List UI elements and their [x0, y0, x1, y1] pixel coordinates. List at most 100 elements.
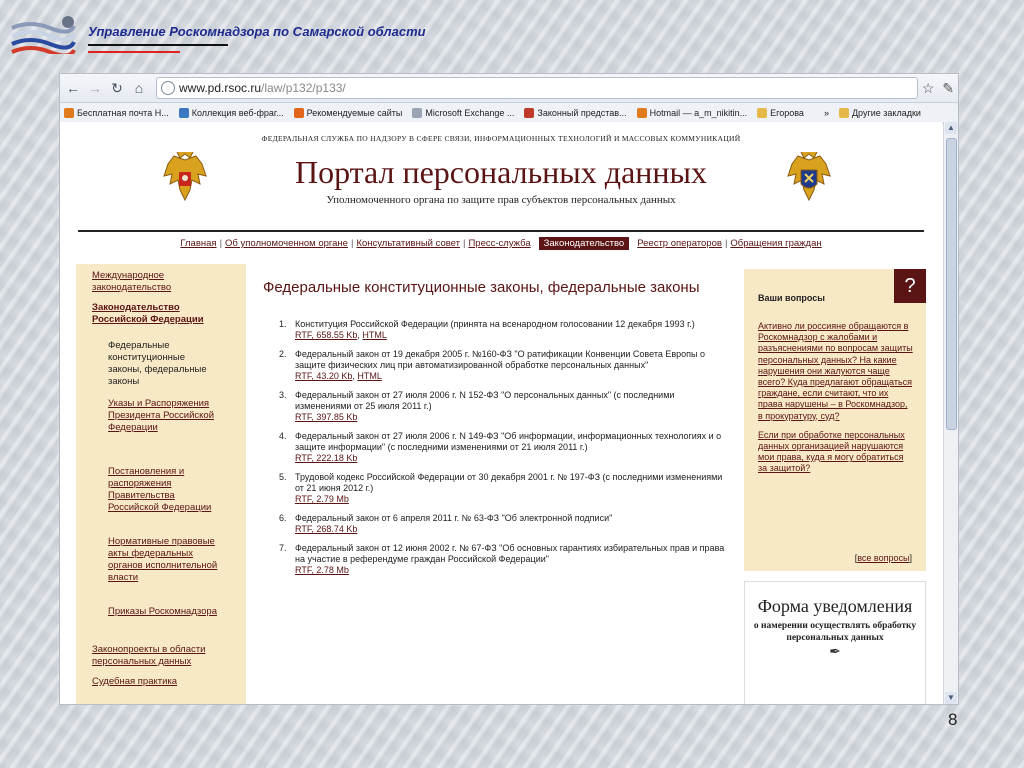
- bookmarks-bar: Бесплатная почта Н... Коллекция веб-фраг.…: [60, 103, 958, 124]
- nav-item[interactable]: Главная: [180, 238, 216, 249]
- nav-separator: |: [219, 238, 223, 249]
- bookmark-label: Егорова: [770, 108, 804, 118]
- bookmark-star-icon[interactable]: ☆: [922, 80, 935, 97]
- sidebar-menu-item[interactable]: Международное законодательство: [92, 270, 222, 294]
- bookmark-favicon-icon: [64, 108, 74, 118]
- question-link[interactable]: Если при обработке персональных данных о…: [758, 430, 914, 475]
- scroll-thumb[interactable]: [946, 138, 957, 430]
- globe-icon: [161, 81, 175, 95]
- law-download-link[interactable]: RTF, 2.78 Mb: [295, 565, 349, 575]
- law-download-link[interactable]: RTF, 222.18 Kb: [295, 453, 357, 463]
- sidebar-menu-item[interactable]: Судебная практика: [92, 676, 222, 688]
- bookmark-favicon-icon: [412, 108, 423, 118]
- law-title: Федеральный закон от 27 июля 2006 г. N 1…: [295, 390, 675, 411]
- questions-title: Ваши вопросы: [758, 293, 825, 303]
- law-item: 7. Федеральный закон от 12 июня 2002 г. №…: [263, 543, 733, 576]
- slide-title: Управление Роскомнадзора по Самарской об…: [88, 24, 426, 39]
- scroll-up-icon[interactable]: ▲: [945, 122, 957, 134]
- bookmark-favicon-icon: [293, 108, 304, 118]
- law-download-link[interactable]: RTF, 2.79 Mb: [295, 494, 349, 504]
- bookmark-item[interactable]: Рекомендуемые сайты: [293, 108, 403, 118]
- law-number: 6.: [279, 513, 287, 523]
- pen-icon: ✒: [829, 645, 841, 660]
- header-divider: [78, 230, 924, 232]
- nav-item[interactable]: Реестр операторов: [637, 238, 722, 249]
- url-path: /law/p132/p133/: [261, 81, 346, 95]
- sidebar-menu-item[interactable]: Постановления и распоряжения Правительст…: [108, 466, 218, 514]
- sidebar-menu-item[interactable]: Приказы Роскомнадзора: [108, 606, 218, 618]
- roskomnadzor-logo-icon: [11, 16, 76, 54]
- law-download-link[interactable]: RTF, 658.55 Kb: [295, 330, 357, 340]
- sidebar-menu-item[interactable]: Нормативные правовые акты федеральных ор…: [108, 536, 218, 584]
- nav-item[interactable]: Законодательство: [538, 237, 630, 250]
- law-title: Федеральный закон от 19 декабря 2005 г. …: [295, 349, 705, 370]
- notice-form-title: Форма уведомления: [757, 596, 913, 616]
- law-number: 4.: [279, 431, 287, 441]
- bookmark-label: Коллекция веб-фраг...: [191, 108, 284, 118]
- bookmark-item[interactable]: Егорова: [757, 108, 804, 118]
- address-bar[interactable]: www.pd.rsoc.ru/law/p132/p133/: [156, 77, 918, 99]
- sidebar-menu-item[interactable]: Указы и Распоряжения Президента Российск…: [108, 398, 218, 434]
- other-bookmarks[interactable]: Другие закладки: [838, 108, 921, 118]
- page-heading: Федеральные конституционные законы, феде…: [263, 279, 700, 296]
- forward-arrow-icon[interactable]: →: [86, 79, 104, 97]
- law-item: 5. Трудовой кодекс Российской Федерации о…: [263, 472, 733, 505]
- nav-item[interactable]: Консультативный совет: [356, 238, 460, 249]
- law-download-link[interactable]: RTF, 397.85 Kb: [295, 412, 357, 422]
- law-title: Федеральный закон от 12 июня 2002 г. № 6…: [295, 543, 725, 564]
- bookmark-label: Законный представ...: [537, 108, 627, 118]
- nav-item[interactable]: Об уполномоченном органе: [225, 238, 348, 249]
- bookmark-label: Рекомендуемые сайты: [306, 108, 403, 118]
- agency-name: ФЕДЕРАЛЬНАЯ СЛУЖБА ПО НАДЗОРУ В СФЕРЕ СВ…: [261, 134, 741, 143]
- bookmark-label: Microsoft Exchange ...: [425, 108, 515, 118]
- nav-item[interactable]: Обращения граждан: [730, 238, 821, 249]
- law-item: 2. Федеральный закон от 19 декабря 2005 г…: [279, 349, 705, 381]
- law-number: 3.: [279, 390, 287, 400]
- bookmark-item[interactable]: Коллекция веб-фраг...: [178, 108, 284, 118]
- nav-separator: |: [350, 238, 354, 249]
- sidebar-menu-item[interactable]: Законопроекты в области персональных дан…: [92, 644, 222, 668]
- browser-window: ← → ↻ ⌂ www.pd.rsoc.ru/law/p132/p133/ ☆ …: [60, 74, 958, 704]
- all-questions-link[interactable]: все вопросы: [857, 553, 909, 563]
- bookmarks-overflow-chevron[interactable]: »: [824, 108, 829, 118]
- bookmark-item[interactable]: Hotmail — a_m_nikitin...: [636, 108, 748, 118]
- home-icon[interactable]: ⌂: [130, 79, 148, 97]
- sidebar-menu-item[interactable]: Законодательство Российской Федерации: [92, 302, 222, 326]
- notice-form-banner[interactable]: Форма уведомления о намерении осуществля…: [744, 581, 926, 704]
- back-arrow-icon[interactable]: ←: [64, 79, 82, 97]
- bookmark-label: Hotmail — a_m_nikitin...: [649, 108, 748, 118]
- bookmark-favicon-icon: [178, 108, 189, 118]
- law-number: 7.: [279, 543, 287, 553]
- law-title: Федеральный закон от 27 июля 2006 г. N 1…: [295, 431, 722, 452]
- vertical-scrollbar[interactable]: ▲ ▼: [943, 122, 958, 704]
- scroll-down-icon[interactable]: ▼: [945, 692, 957, 704]
- top-navigation: Главная | Об уполномоченном органе | Консуль…: [60, 237, 942, 250]
- nav-item[interactable]: Пресс-служба: [468, 238, 530, 249]
- question-link[interactable]: Активно ли россияне обращаются в Роскомн…: [758, 321, 914, 422]
- law-title: Федеральный закон от 6 апреля 2011 г. № …: [295, 513, 613, 523]
- title-underline: [88, 44, 228, 46]
- bookmark-label: Бесплатная почта Н...: [77, 108, 169, 118]
- law-number: 2.: [279, 349, 287, 359]
- nav-separator: |: [463, 238, 466, 249]
- law-item: 3. Федеральный закон от 27 июля 2006 г. N…: [263, 390, 733, 423]
- portal-title: Портал персональных данных: [294, 154, 708, 190]
- folder-icon: [838, 108, 849, 118]
- reload-icon[interactable]: ↻: [108, 79, 126, 97]
- law-number: 1.: [279, 319, 287, 329]
- wrench-icon[interactable]: ✎: [942, 80, 954, 97]
- bookmark-item[interactable]: Microsoft Exchange ...: [412, 108, 514, 118]
- law-number: 5.: [279, 472, 287, 482]
- bookmark-item[interactable]: Законный представ...: [524, 108, 627, 118]
- law-download-link[interactable]: RTF, 43.20 Kb: [295, 371, 352, 381]
- nav-separator: |: [724, 238, 728, 249]
- bookmark-item[interactable]: Бесплатная почта Н...: [64, 108, 169, 118]
- law-download-link[interactable]: HTML: [357, 371, 382, 381]
- questions-list: Активно ли россияне обращаются в Роскомн…: [758, 321, 914, 483]
- left-sidebar: Международное законодательство Законодате…: [76, 264, 246, 704]
- all-questions: [все вопросы]: [854, 553, 912, 563]
- sidebar-menu-item[interactable]: Федеральные конституционные законы, феде…: [108, 340, 218, 388]
- law-download-link[interactable]: HTML: [362, 330, 387, 340]
- url-host: www.pd.rsoc.ru: [179, 81, 262, 95]
- law-download-link[interactable]: RTF, 268.74 Kb: [295, 524, 357, 534]
